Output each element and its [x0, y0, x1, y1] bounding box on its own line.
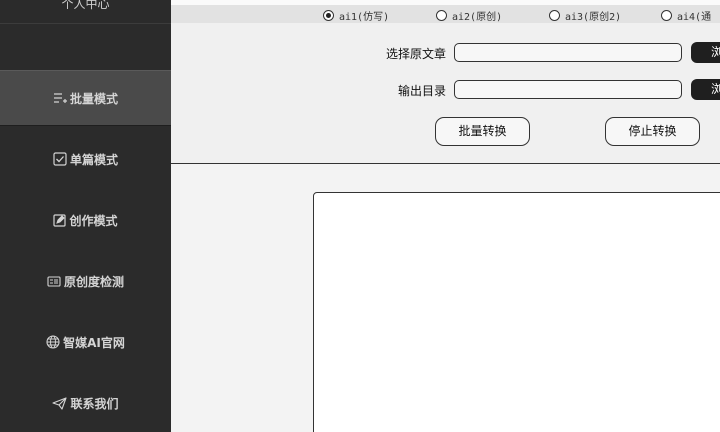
- sidebar-item-contact[interactable]: 联系我们: [0, 375, 171, 431]
- radio-unselected-icon: [549, 10, 560, 21]
- output-dir-input[interactable]: [454, 80, 682, 99]
- list-plus-icon: [53, 93, 67, 103]
- sidebar-item-label: 创作模式: [69, 213, 118, 228]
- output-dir-label: 输出目录: [397, 84, 446, 98]
- sidebar-item-label: 单篇模式: [69, 152, 118, 167]
- batch-form: 选择原文章 浏 输出目录 浏 批量转换 停止转换: [171, 23, 720, 164]
- sidebar-item-batch-mode[interactable]: 批量模式: [0, 70, 171, 126]
- browse-source-button[interactable]: 浏: [691, 42, 720, 63]
- browse-output-button[interactable]: 浏: [691, 79, 720, 100]
- sidebar-item-single-mode[interactable]: 单篇模式: [0, 131, 171, 187]
- edit-icon: [53, 213, 67, 227]
- radio-label: ai3(原创2): [565, 12, 622, 23]
- detect-icon: [47, 275, 61, 287]
- radio-label: ai2(原创): [452, 12, 503, 23]
- radio-unselected-icon: [436, 10, 447, 21]
- radio-ai3[interactable]: ai3(原创2): [549, 8, 621, 23]
- log-textarea[interactable]: [313, 192, 720, 432]
- sidebar-item-label: 联系我们: [70, 396, 119, 411]
- mode-radio-group: ai1(仿写) ai2(原创) ai3(原创2) ai4(通: [171, 5, 720, 23]
- radio-ai4[interactable]: ai4(通: [661, 8, 711, 23]
- sidebar-item-website[interactable]: 智媒AI官网: [0, 314, 171, 370]
- sidebar-item-label: 智媒AI官网: [63, 335, 125, 350]
- sidebar-item-label: 原创度检测: [63, 274, 124, 289]
- radio-label: ai4(通: [677, 12, 712, 23]
- radio-ai2[interactable]: ai2(原创): [436, 8, 502, 23]
- send-icon: [52, 396, 68, 410]
- sidebar-item-label: 个人中心: [61, 0, 110, 11]
- source-file-label: 选择原文章: [385, 47, 446, 61]
- sidebar-item-profile[interactable]: 个人中心: [0, 0, 171, 24]
- radio-label: ai1(仿写): [339, 12, 390, 23]
- radio-ai1[interactable]: ai1(仿写): [323, 8, 389, 23]
- stop-convert-button[interactable]: 停止转换: [605, 117, 700, 146]
- globe-icon: [46, 335, 60, 349]
- sidebar-item-label: 批量模式: [69, 91, 118, 106]
- radio-unselected-icon: [661, 10, 672, 21]
- source-file-input[interactable]: [454, 43, 682, 62]
- sidebar-item-create-mode[interactable]: 创作模式: [0, 192, 171, 248]
- sidebar-item-originality-check[interactable]: 原创度检测: [0, 253, 171, 309]
- radio-selected-icon: [323, 10, 334, 21]
- batch-convert-button[interactable]: 批量转换: [435, 117, 530, 146]
- checkbox-icon: [53, 152, 67, 166]
- sidebar: 个人中心 批量模式 单篇模式 创作模式 原创度检测 智媒AI官网 联系我们: [0, 0, 171, 432]
